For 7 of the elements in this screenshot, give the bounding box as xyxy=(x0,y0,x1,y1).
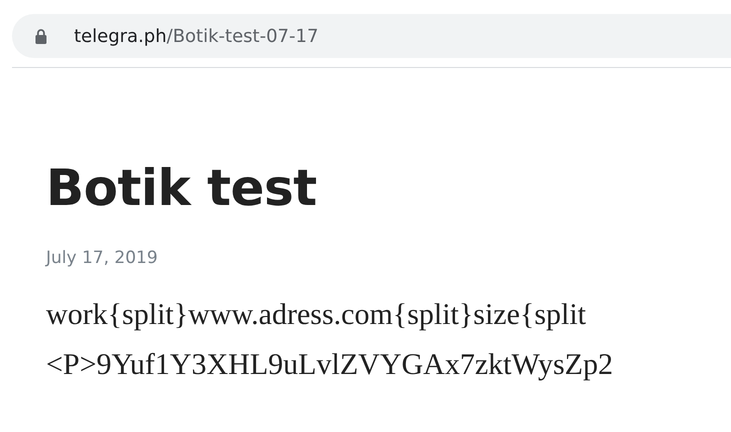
article-title: Botik test xyxy=(46,158,318,218)
body-text-line: work{split}www.adress.com{split}size{split xyxy=(46,297,587,333)
url-text: telegra.ph/Botik-test-07-17 xyxy=(74,26,318,46)
body-text-line: <P>9Yuf1Y3XHL9uLvlZVYGAx7zktWysZp2 xyxy=(46,347,614,383)
lock-icon xyxy=(35,28,47,44)
address-bar[interactable]: telegra.ph/Botik-test-07-17 xyxy=(12,14,731,58)
article-date: July 17, 2019 xyxy=(46,248,159,268)
